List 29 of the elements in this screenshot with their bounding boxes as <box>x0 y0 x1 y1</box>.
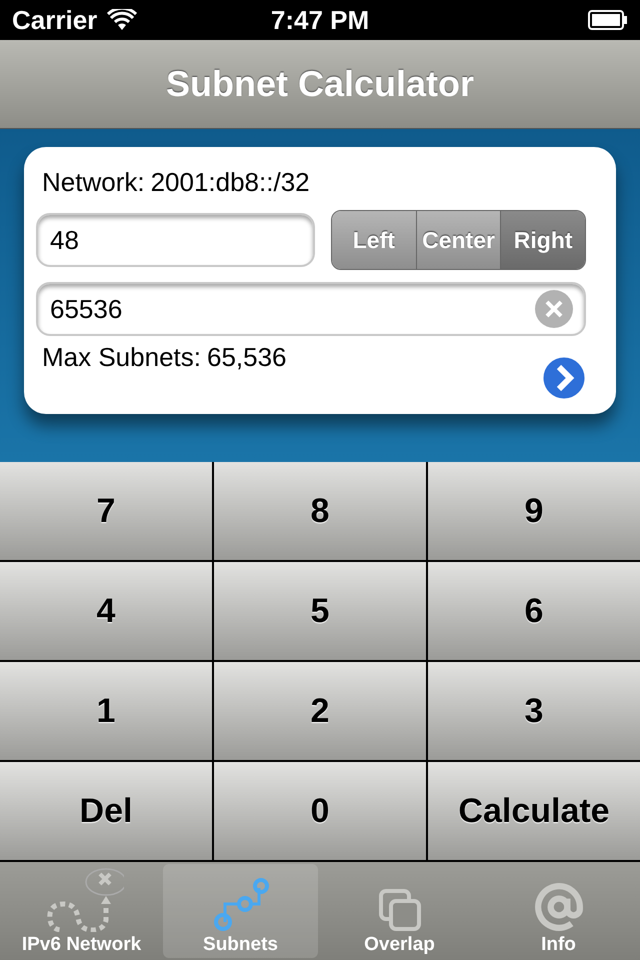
tab-bar-item[interactable]: Overlap <box>322 864 477 958</box>
keypad-key[interactable]: 2 <box>214 662 428 762</box>
keypad-key[interactable]: 0 <box>214 762 428 862</box>
alignment-segment[interactable]: Right <box>500 211 585 269</box>
keypad-key[interactable]: 9 <box>428 462 640 562</box>
keypad-key[interactable]: 5 <box>214 562 428 662</box>
screen-title: Subnet Calculator <box>166 63 474 105</box>
keypad-key[interactable]: 1 <box>0 662 214 762</box>
wifi-icon <box>107 9 138 31</box>
clock-time: 7:47 PM <box>270 4 370 36</box>
network-label: Network: <box>42 167 145 198</box>
keypad-key[interactable]: 6 <box>428 562 640 662</box>
at-sign-icon <box>534 882 584 932</box>
max-subnets-value: 65,536 <box>206 342 287 373</box>
carrier-name: Carrier <box>12 4 98 36</box>
prefix-input-field[interactable]: 48 <box>36 213 315 267</box>
battery-icon <box>588 10 628 30</box>
keypad-key[interactable]: Del <box>0 762 214 862</box>
keypad-key[interactable]: 3 <box>428 662 640 762</box>
keypad-key[interactable]: 8 <box>214 462 428 562</box>
max-subnets-label: Max Subnets: <box>42 342 201 373</box>
tab-bar-item[interactable]: Info <box>481 864 636 958</box>
tab-bar-item[interactable]: IPv6 Network <box>4 864 159 958</box>
network-value: 2001:db8::/32 <box>150 167 310 198</box>
overlapping-squares-icon <box>378 888 422 932</box>
keypad-key[interactable]: 7 <box>0 462 214 562</box>
keypad-key[interactable]: Calculate <box>428 762 640 862</box>
subnets-input-field[interactable]: 65536 <box>36 282 586 336</box>
keypad-key[interactable]: 4 <box>0 562 214 662</box>
